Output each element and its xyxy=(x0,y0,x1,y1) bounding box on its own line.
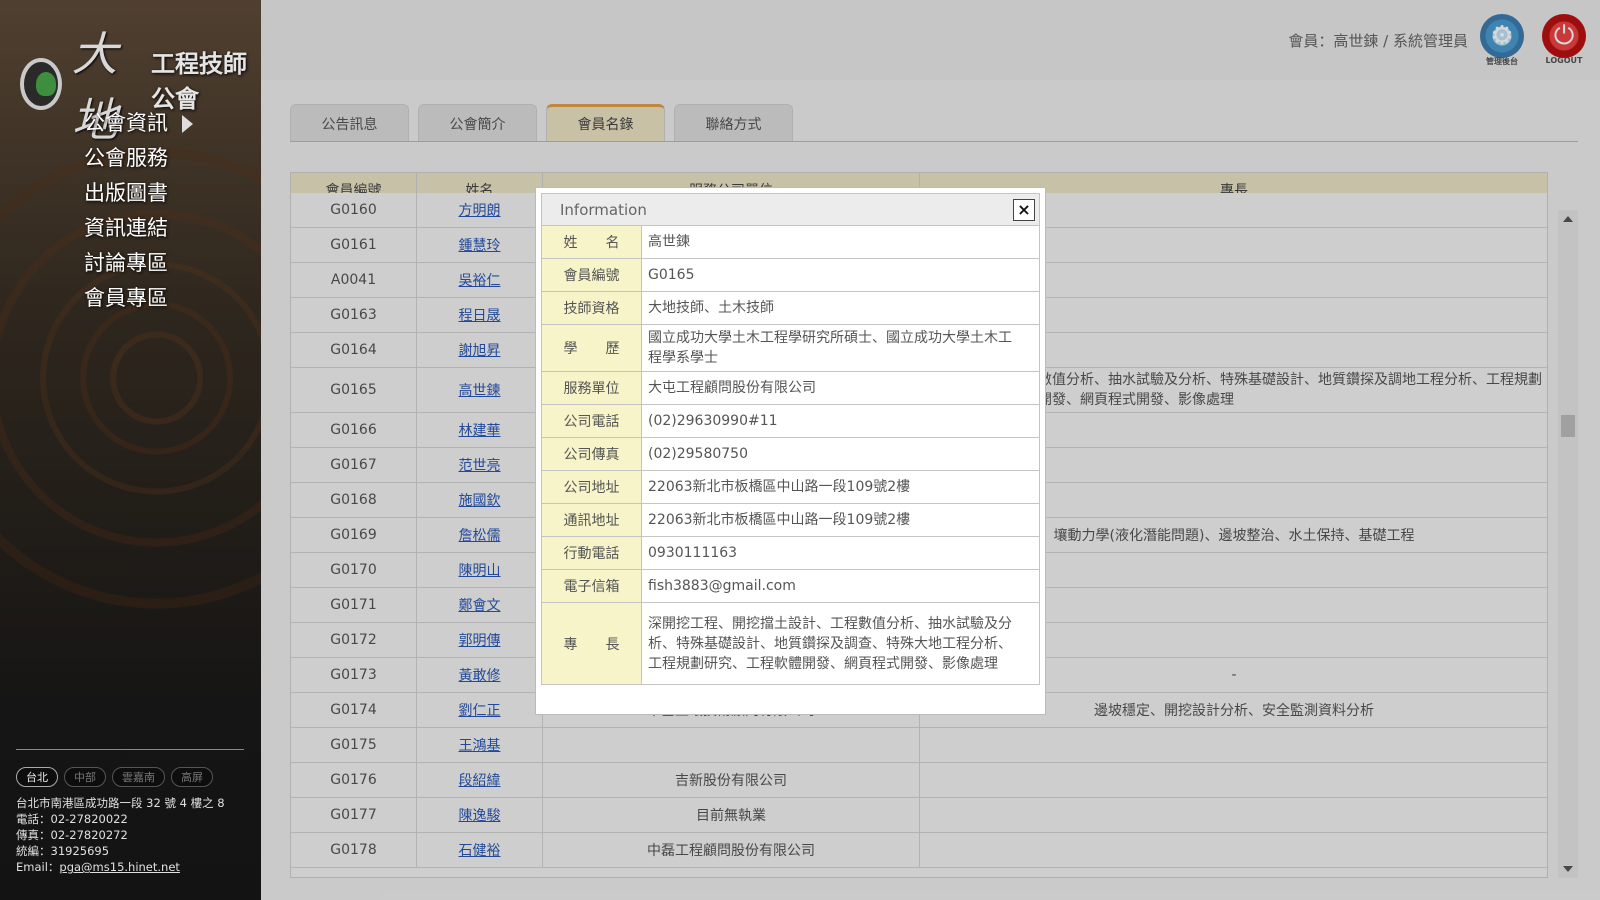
info-label: 學 歷 xyxy=(542,325,642,371)
nav-item-forum[interactable]: 討論專區 xyxy=(84,246,193,281)
info-label: 公司電話 xyxy=(542,405,642,437)
info-value: 深開挖工程、開挖擋土設計、工程數值分析、抽水試驗及分析、特殊基礎設計、地質鑽探及… xyxy=(648,615,1012,672)
info-label: 會員編號 xyxy=(542,259,642,291)
nav-item-label: 會員專區 xyxy=(84,286,168,310)
nav-item-label: 資訊連結 xyxy=(84,216,168,240)
info-value: (02)29580750 xyxy=(648,446,748,462)
dialog-titlebar: Information × xyxy=(541,193,1040,226)
info-row: 通訊地址 22063新北市板橋區中山路一段109號2樓 xyxy=(542,504,1039,537)
info-label: 電子信箱 xyxy=(542,570,642,602)
close-icon[interactable]: × xyxy=(1013,199,1035,221)
info-value: 大地技師、土木技師 xyxy=(648,300,774,316)
logo-subtitle: 工程技師公會 xyxy=(150,49,247,113)
nav-item-links[interactable]: 資訊連結 xyxy=(84,211,193,246)
info-value: 22063新北市板橋區中山路一段109號2樓 xyxy=(648,479,911,495)
member-info-dialog: Information × 姓 名高世鍊 會員編號 G0165 技師資格 大地技師、土木… xyxy=(536,188,1045,714)
info-row: 公司地址 22063新北市板橋區中山路一段109號2樓 xyxy=(542,471,1039,504)
info-value: 高世鍊 xyxy=(648,234,690,250)
contact-phone: 電話：02-27820022 xyxy=(16,812,128,826)
info-label: 行動電話 xyxy=(542,537,642,569)
info-label: 姓 名 xyxy=(542,226,642,258)
info-row: 服務單位 大屯工程顧問股份有限公司 xyxy=(542,372,1039,405)
info-label: 通訊地址 xyxy=(542,504,642,536)
sidebar: 大地 工程技師公會 公會資訊 公會服務 出版圖書 資訊連結 討論專區 會員專區 … xyxy=(0,0,261,900)
info-label: 技師資格 xyxy=(542,292,642,324)
info-row: 學 歷國立成功大學土木工程學研究所碩士、國立成功大學土木工程學系學士 xyxy=(542,325,1039,372)
contact-email-link[interactable]: pga@ms15.hinet.net xyxy=(59,860,180,874)
logo-emblem-icon xyxy=(20,58,62,110)
contact-info: 台北市南港區成功路一段 32 號 4 樓之 8 電話：02-27820022 傳… xyxy=(16,795,225,875)
info-label: 專 長 xyxy=(542,603,642,684)
info-value: 0930111163 xyxy=(648,545,738,561)
contact-email-label: Email： xyxy=(16,860,60,874)
info-label: 公司地址 xyxy=(542,471,642,503)
info-row: 電子信箱 fish3883@gmail.com xyxy=(542,570,1039,603)
info-value: 大屯工程顧問股份有限公司 xyxy=(648,380,816,396)
info-value: (02)29630990#11 xyxy=(648,413,778,429)
branch-taipei-button[interactable]: 台北 xyxy=(16,767,58,787)
member-info-table: 姓 名高世鍊 會員編號 G0165 技師資格 大地技師、土木技師學 歷國立成功大學土木工… xyxy=(541,226,1040,685)
nav-item-label: 公會服務 xyxy=(84,146,168,170)
info-row: 公司電話 (02)29630990#11 xyxy=(542,405,1039,438)
dialog-title: Information xyxy=(560,200,647,219)
info-value: fish3883@gmail.com xyxy=(648,578,796,594)
info-value: 22063新北市板橋區中山路一段109號2樓 xyxy=(648,512,911,528)
info-label: 公司傳真 xyxy=(542,438,642,470)
info-row: 姓 名高世鍊 xyxy=(542,226,1039,259)
contact-address: 台北市南港區成功路一段 32 號 4 樓之 8 xyxy=(16,796,225,810)
play-arrow-icon xyxy=(182,114,193,133)
info-row: 會員編號 G0165 xyxy=(542,259,1039,292)
info-label: 服務單位 xyxy=(542,372,642,404)
nav-item-label: 出版圖書 xyxy=(84,181,168,205)
info-row: 技師資格 大地技師、土木技師 xyxy=(542,292,1039,325)
nav-item-label: 公會資訊 xyxy=(84,111,168,135)
nav-item-services[interactable]: 公會服務 xyxy=(84,141,193,176)
branch-central-button[interactable]: 中部 xyxy=(64,767,106,787)
info-value: G0165 xyxy=(648,267,695,283)
nav-item-association-info[interactable]: 公會資訊 xyxy=(84,106,193,141)
sidebar-divider xyxy=(16,749,244,750)
branch-kaohsiung-pingtung-button[interactable]: 高屏 xyxy=(171,767,213,787)
contact-fax: 傳真：02-27820272 xyxy=(16,828,128,842)
branch-switcher: 台北 中部 雲嘉南 高屏 xyxy=(16,767,213,787)
nav-item-publications[interactable]: 出版圖書 xyxy=(84,176,193,211)
nav-item-members[interactable]: 會員專區 xyxy=(84,281,193,316)
info-row: 公司傳真 (02)29580750 xyxy=(542,438,1039,471)
info-value: 國立成功大學土木工程學研究所碩士、國立成功大學土木工程學系學士 xyxy=(648,330,1012,366)
branch-chiayi-tainan-button[interactable]: 雲嘉南 xyxy=(112,767,165,787)
main-nav: 公會資訊 公會服務 出版圖書 資訊連結 討論專區 會員專區 xyxy=(84,106,193,316)
info-row: 專 長深開挖工程、開挖擋土設計、工程數值分析、抽水試驗及分析、特殊基礎設計、地質… xyxy=(542,603,1039,685)
info-row: 行動電話 0930111163 xyxy=(542,537,1039,570)
contact-tax-id: 統編：31925695 xyxy=(16,844,110,858)
nav-item-label: 討論專區 xyxy=(84,251,168,275)
contact-email-line: Email：pga@ms15.hinet.net xyxy=(16,859,225,875)
